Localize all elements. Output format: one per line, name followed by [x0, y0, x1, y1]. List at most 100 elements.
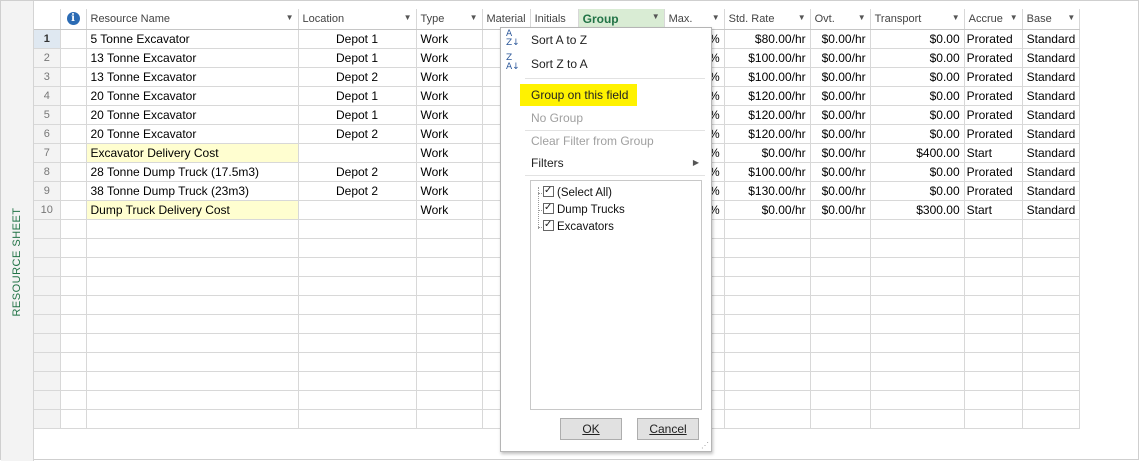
std-rate-cell[interactable]: $100.00/hr	[724, 162, 811, 182]
empty-cell[interactable]	[810, 314, 871, 334]
location-cell[interactable]: Depot 2	[298, 162, 417, 182]
accrue-cell[interactable]: Prorated	[964, 105, 1023, 125]
resource-name-cell[interactable]: 20 Tonne Excavator	[86, 105, 299, 125]
resource-name-cell[interactable]: 13 Tonne Excavator	[86, 67, 299, 87]
column-header-max[interactable]: Max. ▼	[664, 9, 725, 30]
empty-cell[interactable]	[1022, 352, 1081, 372]
empty-cell[interactable]	[60, 314, 87, 334]
sort-z-to-a-item[interactable]: Sort Z to A	[531, 54, 588, 74]
base-cell[interactable]: Standard	[1022, 143, 1081, 163]
type-cell[interactable]: Work	[416, 67, 483, 87]
std-rate-cell[interactable]: $120.00/hr	[724, 105, 811, 125]
location-cell[interactable]	[298, 200, 417, 220]
indicator-cell[interactable]	[60, 105, 87, 125]
empty-cell[interactable]	[60, 257, 87, 277]
empty-cell[interactable]	[724, 295, 811, 315]
ovt-cell[interactable]: $0.00/hr	[810, 124, 871, 144]
type-cell[interactable]: Work	[416, 105, 483, 125]
column-header-transport[interactable]: Transport ▼	[870, 9, 965, 30]
empty-cell[interactable]	[298, 276, 417, 296]
empty-cell[interactable]	[810, 409, 871, 429]
resource-name-cell[interactable]: 13 Tonne Excavator	[86, 48, 299, 68]
type-cell[interactable]: Work	[416, 86, 483, 106]
checkbox-checked-icon[interactable]	[543, 217, 554, 233]
resource-name-cell[interactable]: 5 Tonne Excavator	[86, 29, 299, 49]
empty-cell[interactable]	[810, 238, 871, 258]
ovt-cell[interactable]: $0.00/hr	[810, 29, 871, 49]
accrue-cell[interactable]: Prorated	[964, 67, 1023, 87]
column-header-material[interactable]: Material	[482, 9, 531, 30]
empty-cell[interactable]	[1022, 257, 1081, 277]
empty-cell[interactable]	[416, 409, 483, 429]
std-rate-cell[interactable]: $120.00/hr	[724, 86, 811, 106]
no-group-item[interactable]: No Group	[531, 108, 583, 128]
column-header-accrue[interactable]: Accrue ▼	[964, 9, 1023, 30]
empty-cell[interactable]	[416, 219, 483, 239]
resource-name-cell[interactable]: 20 Tonne Excavator	[86, 86, 299, 106]
type-cell[interactable]: Work	[416, 162, 483, 182]
location-cell[interactable]: Depot 2	[298, 67, 417, 87]
empty-cell[interactable]	[298, 352, 417, 372]
location-cell[interactable]: Depot 1	[298, 29, 417, 49]
empty-cell[interactable]	[810, 333, 871, 353]
empty-cell[interactable]	[298, 238, 417, 258]
empty-cell[interactable]	[416, 352, 483, 372]
empty-cell[interactable]	[964, 238, 1023, 258]
ovt-cell[interactable]: $0.00/hr	[810, 200, 871, 220]
empty-cell[interactable]	[964, 257, 1023, 277]
resource-name-cell[interactable]: 28 Tonne Dump Truck (17.5m3)	[86, 162, 299, 182]
empty-cell[interactable]	[964, 352, 1023, 372]
empty-cell[interactable]	[86, 390, 299, 410]
empty-cell[interactable]	[964, 314, 1023, 334]
column-header-ovt[interactable]: Ovt. ▼	[810, 9, 871, 30]
filter-dropdown-icon[interactable]: ▼	[652, 12, 660, 21]
column-header-type[interactable]: Type ▼	[416, 9, 483, 30]
filter-dropdown-icon[interactable]: ▼	[712, 13, 720, 22]
empty-cell[interactable]	[60, 390, 87, 410]
row-header-corner[interactable]	[34, 9, 61, 30]
base-cell[interactable]: Standard	[1022, 29, 1081, 49]
empty-cell[interactable]	[724, 409, 811, 429]
empty-cell[interactable]	[60, 352, 87, 372]
cancel-button[interactable]: Cancel	[637, 418, 699, 440]
accrue-cell[interactable]: Prorated	[964, 29, 1023, 49]
empty-cell[interactable]	[1022, 371, 1081, 391]
empty-cell[interactable]	[964, 219, 1023, 239]
empty-cell[interactable]	[416, 333, 483, 353]
empty-cell[interactable]	[810, 371, 871, 391]
row-number[interactable]: 8	[34, 162, 61, 182]
accrue-cell[interactable]: Prorated	[964, 48, 1023, 68]
location-cell[interactable]: Depot 1	[298, 86, 417, 106]
row-number[interactable]: 5	[34, 105, 61, 125]
resource-name-cell[interactable]: 38 Tonne Dump Truck (23m3)	[86, 181, 299, 201]
empty-cell[interactable]	[964, 409, 1023, 429]
transport-cell[interactable]: $0.00	[870, 29, 965, 49]
filter-option-select-all[interactable]: (Select All)	[543, 183, 612, 201]
std-rate-cell[interactable]: $130.00/hr	[724, 181, 811, 201]
filter-dropdown-icon[interactable]: ▼	[404, 13, 412, 22]
empty-cell[interactable]	[810, 276, 871, 296]
location-cell[interactable]	[298, 143, 417, 163]
ovt-cell[interactable]: $0.00/hr	[810, 105, 871, 125]
empty-cell[interactable]	[86, 314, 299, 334]
empty-cell[interactable]	[1022, 295, 1081, 315]
ovt-cell[interactable]: $0.00/hr	[810, 86, 871, 106]
empty-cell[interactable]	[724, 276, 811, 296]
empty-cell[interactable]	[86, 257, 299, 277]
empty-cell[interactable]	[870, 371, 965, 391]
type-cell[interactable]: Work	[416, 48, 483, 68]
empty-cell[interactable]	[724, 257, 811, 277]
row-number[interactable]	[34, 276, 61, 296]
std-rate-cell[interactable]: $100.00/hr	[724, 48, 811, 68]
empty-cell[interactable]	[870, 219, 965, 239]
filter-option-dump-trucks[interactable]: Dump Trucks	[543, 200, 625, 218]
filter-dropdown-icon[interactable]: ▼	[1010, 13, 1018, 22]
empty-cell[interactable]	[298, 409, 417, 429]
empty-cell[interactable]	[416, 238, 483, 258]
empty-cell[interactable]	[724, 371, 811, 391]
empty-cell[interactable]	[60, 276, 87, 296]
indicator-cell[interactable]	[60, 29, 87, 49]
empty-cell[interactable]	[724, 390, 811, 410]
location-cell[interactable]: Depot 1	[298, 105, 417, 125]
resource-name-cell[interactable]: Excavator Delivery Cost	[86, 143, 299, 163]
